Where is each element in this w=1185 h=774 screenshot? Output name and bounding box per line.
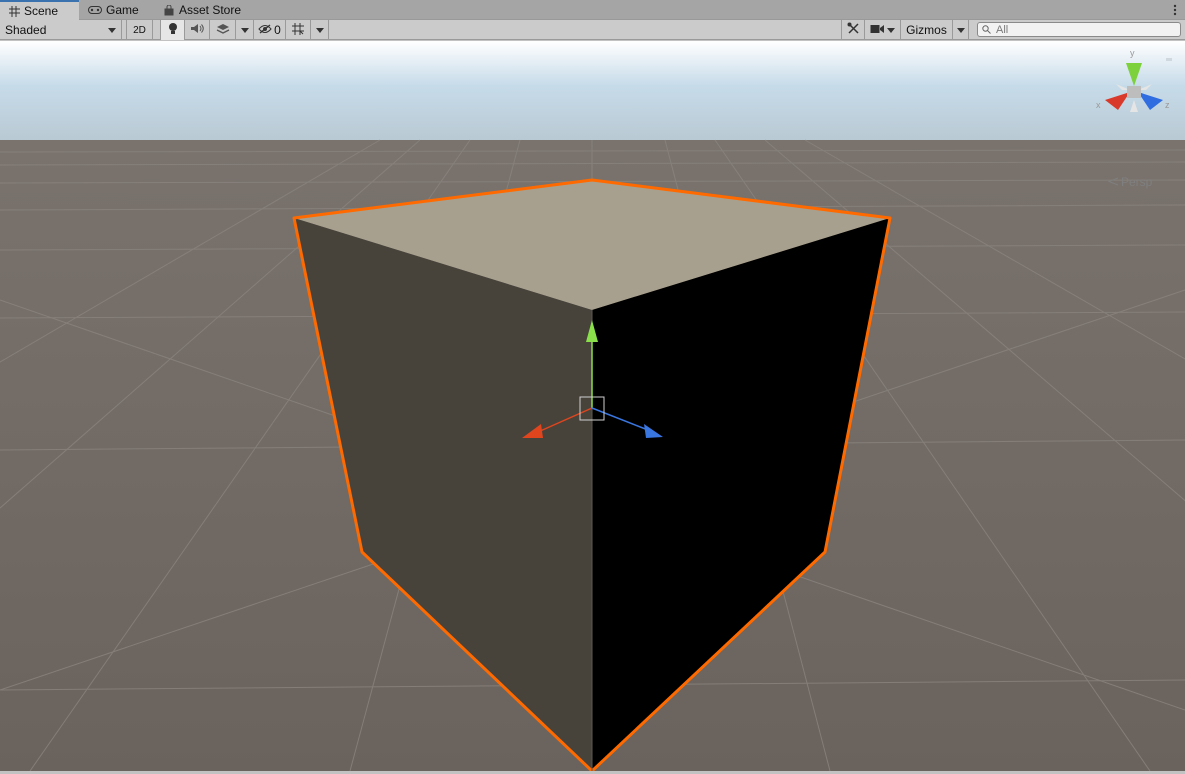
perspective-icon	[1107, 175, 1119, 189]
search-input[interactable]	[996, 23, 1176, 36]
chevron-down-icon	[108, 27, 116, 33]
grid-icon	[8, 5, 20, 17]
hidden-count: 0	[274, 23, 281, 37]
audio-toggle[interactable]	[185, 20, 210, 40]
camera-icon	[870, 23, 885, 37]
scene-toolbar: Shaded 2D 0 Gizmos All	[0, 20, 1185, 40]
speaker-icon	[190, 23, 204, 37]
tab-asset-store[interactable]: Asset Store	[155, 0, 255, 20]
camera-settings-dropdown[interactable]	[865, 20, 901, 40]
layers-icon	[216, 23, 230, 38]
gizmo-z-label: z	[1165, 100, 1170, 110]
more-options-icon[interactable]	[1173, 3, 1177, 17]
tab-label-game: Game	[106, 3, 139, 17]
scene-visibility-toggle[interactable]: 0	[254, 20, 286, 40]
chevron-down-icon	[240, 27, 249, 33]
projection-toggle[interactable]: Persp	[1107, 175, 1153, 189]
toggle-2d-button[interactable]: 2D	[126, 20, 153, 40]
store-bag-icon	[163, 4, 175, 16]
gizmos-dropdown[interactable]	[953, 20, 969, 40]
gizmos-label: Gizmos	[906, 23, 947, 37]
gizmo-center-cube[interactable]	[1127, 86, 1141, 98]
chevron-down-icon	[887, 27, 895, 33]
lighting-toggle[interactable]	[160, 20, 185, 40]
gizmo-x-label: x	[1096, 100, 1101, 110]
grid-toggle[interactable]	[286, 20, 311, 40]
sky-background	[0, 41, 1185, 141]
toggle-2d-label: 2D	[133, 24, 146, 36]
gamepad-icon	[88, 4, 102, 16]
draw-mode-dropdown[interactable]: Shaded	[0, 20, 122, 40]
chevron-down-icon	[315, 27, 324, 33]
grid-dropdown[interactable]	[311, 20, 329, 40]
tab-scene[interactable]: Scene	[0, 0, 79, 20]
gizmos-button[interactable]: Gizmos	[901, 20, 953, 40]
window-tab-bar: Scene Game Asset Store	[0, 0, 1185, 20]
grid-snap-icon	[291, 22, 305, 39]
gizmo-lock-indicator[interactable]	[1166, 58, 1172, 61]
scene-render[interactable]: y x z	[0, 41, 1185, 774]
tab-label-scene: Scene	[24, 4, 59, 18]
search-icon	[982, 23, 992, 37]
projection-label: Persp	[1121, 175, 1153, 189]
effects-toggle[interactable]	[210, 20, 236, 40]
scene-viewport[interactable]: y x z Persp	[0, 41, 1185, 774]
lightbulb-icon	[168, 22, 178, 38]
chevron-down-icon	[956, 27, 965, 33]
gizmo-y-label: y	[1130, 48, 1135, 58]
tool-settings-button[interactable]	[841, 20, 865, 40]
hierarchy-search-field[interactable]	[977, 22, 1181, 37]
effects-dropdown[interactable]	[236, 20, 254, 40]
eye-hidden-icon	[258, 23, 272, 37]
tools-icon	[847, 22, 860, 38]
draw-mode-label: Shaded	[5, 23, 47, 37]
tab-label-asset-store: Asset Store	[179, 3, 242, 17]
tab-game[interactable]: Game	[80, 0, 150, 20]
